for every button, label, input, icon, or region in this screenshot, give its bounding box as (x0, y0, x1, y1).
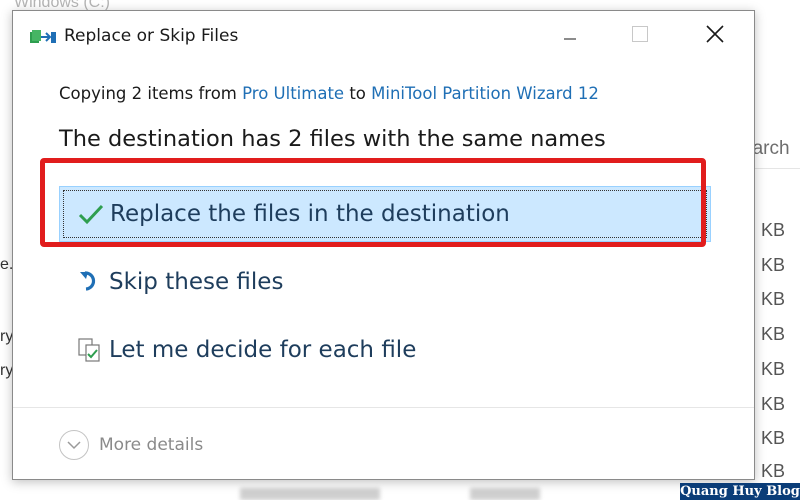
copy-prefix: Copying 2 items from (59, 84, 243, 103)
minimize-button[interactable] (547, 19, 593, 53)
skip-arrow-icon (76, 268, 104, 296)
file-transfer-icon (30, 29, 56, 45)
decide-each-file-option[interactable]: Let me decide for each file (59, 322, 711, 378)
dialog-titlebar[interactable]: Replace or Skip Files (13, 11, 754, 61)
decide-each-file-label: Let me decide for each file (109, 337, 417, 363)
more-details-toggle[interactable]: More details (59, 429, 203, 461)
background-size-kb: KB (761, 428, 786, 448)
background-size-kb: KB (761, 394, 786, 414)
skip-files-label: Skip these files (109, 269, 284, 295)
blog-watermark: Quang Huy Blog (680, 483, 800, 500)
background-file-list (755, 0, 800, 500)
background-size-kb: KB (761, 289, 786, 309)
close-icon (706, 24, 724, 48)
compare-files-icon (76, 336, 104, 364)
footer-divider (13, 407, 754, 408)
replace-or-skip-dialog: Replace or Skip Files Copying 2 items fr… (12, 10, 755, 480)
background-size-kb: KB (761, 359, 786, 379)
destination-folder-link[interactable]: MiniTool Partition Wizard 12 (371, 84, 599, 103)
background-blurred-row (470, 488, 540, 500)
background-size-kb: KB (761, 461, 786, 481)
background-size-kb: KB (761, 220, 786, 240)
skip-files-option[interactable]: Skip these files (59, 254, 711, 310)
focus-ring (63, 190, 707, 238)
maximize-button (617, 19, 663, 53)
conflict-headline: The destination has 2 files with the sam… (59, 126, 606, 152)
replace-files-option[interactable]: Replace the files in the destination (59, 186, 711, 242)
more-details-label: More details (99, 435, 204, 455)
close-button[interactable] (692, 19, 738, 53)
maximize-icon (632, 25, 648, 47)
background-size-kb: KB (761, 324, 786, 344)
dialog-title: Replace or Skip Files (64, 26, 239, 46)
copy-to-word: to (344, 84, 372, 103)
minimize-icon (564, 27, 576, 45)
copy-summary: Copying 2 items from Pro Ultimate to Min… (59, 84, 599, 103)
chevron-down-icon (59, 430, 89, 460)
background-blurred-row (240, 488, 380, 500)
background-size-kb: KB (761, 255, 786, 275)
source-folder-link[interactable]: Pro Ultimate (242, 84, 344, 103)
background-header-divider (755, 168, 800, 169)
